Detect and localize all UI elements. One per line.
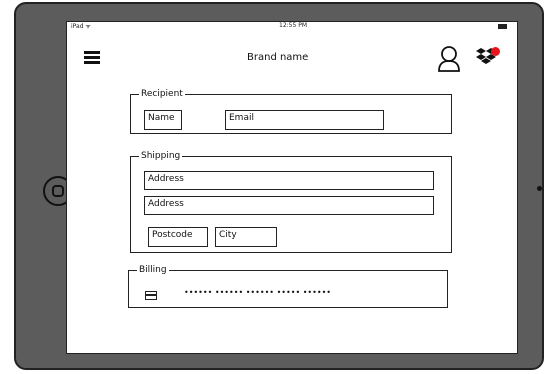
city-field[interactable]: City [215, 227, 277, 247]
user-icon[interactable] [437, 44, 461, 72]
notification-badge [491, 47, 500, 56]
brand-name: Brand name [247, 52, 309, 63]
address-field-1[interactable]: Address [144, 171, 434, 190]
app-screen: iPad ᯤ 12:55 PM Brand name Recipient Nam… [66, 21, 518, 354]
recipient-section: Recipient Name Email [130, 89, 452, 134]
recipient-legend: Recipient [141, 89, 183, 99]
billing-section: Billing •••••• •••••• •••••• ••••• •••••… [128, 265, 448, 308]
address-field-2[interactable]: Address [144, 196, 434, 215]
status-time: 12:55 PM [279, 22, 307, 29]
home-button-icon [52, 185, 64, 197]
email-field[interactable]: Email [225, 110, 384, 130]
status-device: iPad ᯤ [71, 23, 91, 30]
name-field[interactable]: Name [144, 110, 182, 130]
shipping-legend: Shipping [141, 151, 181, 161]
hamburger-icon[interactable] [84, 51, 100, 64]
battery-icon [498, 24, 507, 29]
credit-card-icon [145, 291, 157, 300]
billing-legend: Billing [139, 265, 167, 275]
postcode-field[interactable]: Postcode [148, 227, 208, 247]
status-bar: iPad ᯤ 12:55 PM [67, 22, 517, 31]
shipping-section: Shipping Address Address Postcode City [130, 151, 452, 253]
card-number[interactable]: •••••• •••••• •••••• ••••• •••••• [184, 288, 331, 297]
camera-dot [537, 186, 542, 191]
